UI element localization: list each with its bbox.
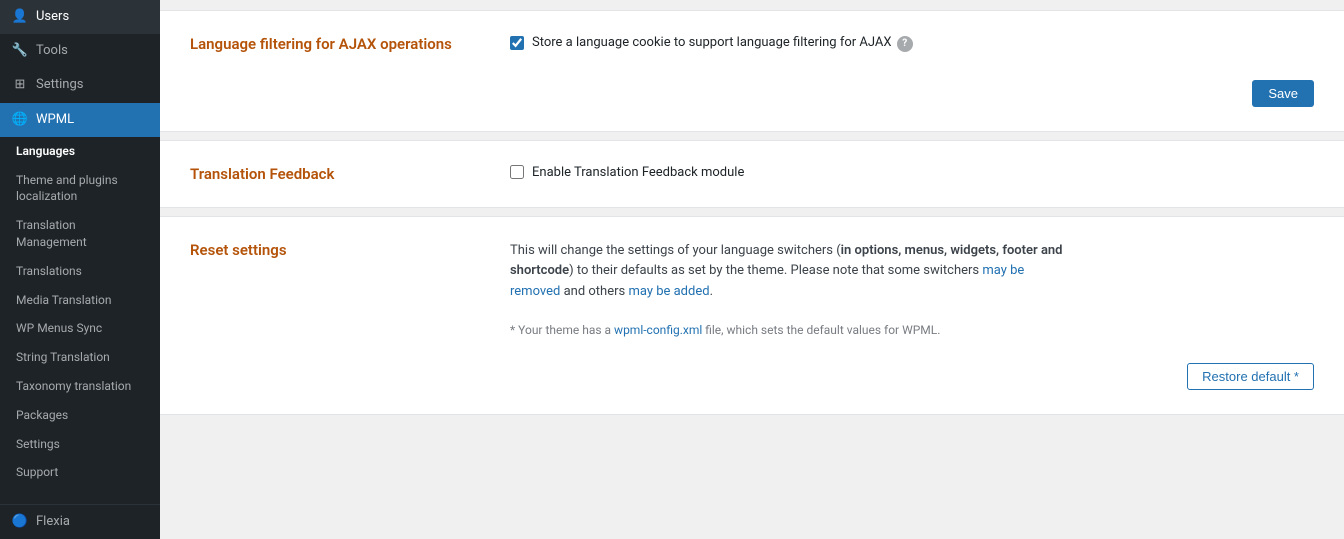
reset-link-added[interactable]: may be added [628,284,709,299]
reset-note-after: file, which sets the default values for … [702,323,940,337]
sidebar-label-users: Users [36,8,69,26]
sidebar-label-translations: Translations [16,263,82,280]
reset-section: Reset settings This will change the sett… [160,216,1344,415]
sidebar-label-packages: Packages [16,407,68,424]
sidebar-label-taxonomy-translation: Taxonomy translation [16,378,131,395]
ajax-control-col: Store a language cookie to support langu… [510,35,1314,107]
sidebar-label-languages: Languages [16,143,75,160]
main-content: Language filtering for AJAX operations S… [160,0,1344,539]
sidebar-item-wpml[interactable]: 🌐 WPML [0,103,160,137]
sidebar-bottom: 🔵 Flexia [0,504,160,539]
sidebar-item-support[interactable]: Support [0,458,160,487]
sidebar-label-string-translation: String Translation [16,349,110,366]
sidebar-item-translations[interactable]: Translations [0,257,160,286]
ajax-help-icon[interactable]: ? [897,36,913,52]
sidebar-label-tools: Tools [36,42,68,60]
reset-note-link[interactable]: wpml-config.xml [614,323,702,337]
ajax-section: Language filtering for AJAX operations S… [160,10,1344,132]
reset-text-after1: and others [560,284,628,299]
feedback-checkbox-row: Enable Translation Feedback module [510,165,1314,180]
sidebar-label-flexia: Flexia [36,513,70,531]
sidebar: 👤 Users 🔧 Tools ⊞ Settings 🌐 WPML Langua… [0,0,160,539]
sidebar-label-support: Support [16,464,58,481]
ajax-title-col: Language filtering for AJAX operations [190,35,470,53]
flexia-icon: 🔵 [12,514,28,530]
feedback-title-col: Translation Feedback [190,165,470,183]
feedback-checkbox-text: Enable Translation Feedback module [532,165,744,180]
feedback-control-col: Enable Translation Feedback module [510,165,1314,180]
sidebar-item-users[interactable]: 👤 Users [0,0,160,34]
top-spacer [160,0,1344,10]
reset-text-middle: ) to their defaults as set by the theme.… [569,263,982,278]
sidebar-item-tools[interactable]: 🔧 Tools [0,34,160,68]
reset-description: This will change the settings of your la… [510,241,1070,303]
reset-control-col: This will change the settings of your la… [510,241,1314,390]
sidebar-label-settings: Settings [36,76,83,94]
ajax-checkbox[interactable] [510,36,524,50]
ajax-section-title: Language filtering for AJAX operations [190,35,470,53]
ajax-checkbox-text: Store a language cookie to support langu… [532,35,892,50]
sidebar-label-theme-plugins: Theme and plugins localization [16,172,148,206]
sidebar-item-taxonomy-translation[interactable]: Taxonomy translation [0,372,160,401]
sidebar-label-translation-management: Translation Management [16,217,148,251]
sidebar-label-wp-menus-sync: WP Menus Sync [16,320,102,337]
sidebar-item-settings-sub[interactable]: Settings [0,430,160,459]
sidebar-item-flexia[interactable]: 🔵 Flexia [0,505,160,539]
feedback-section: Translation Feedback Enable Translation … [160,140,1344,208]
wpml-submenu: Languages Theme and plugins localization… [0,137,160,487]
ajax-checkbox-label[interactable]: Store a language cookie to support langu… [532,35,913,52]
reset-note: * Your theme has a wpml-config.xml file,… [510,323,1314,337]
ajax-save-button[interactable]: Save [1252,80,1314,107]
sidebar-item-wp-menus-sync[interactable]: WP Menus Sync [0,314,160,343]
ajax-checkbox-row: Store a language cookie to support langu… [510,35,1314,52]
feedback-checkbox-label[interactable]: Enable Translation Feedback module [532,165,744,180]
feedback-section-title: Translation Feedback [190,165,470,183]
sidebar-item-media-translation[interactable]: Media Translation [0,286,160,315]
sidebar-item-theme-plugins[interactable]: Theme and plugins localization [0,166,160,212]
wpml-icon: 🌐 [12,112,28,128]
reset-note-before: * Your theme has a [510,323,614,337]
feedback-checkbox[interactable] [510,165,524,179]
reset-title-col: Reset settings [190,241,470,259]
sidebar-item-settings[interactable]: ⊞ Settings [0,68,160,102]
reset-text-before: This will change the settings of your la… [510,243,841,258]
ajax-section-content: Language filtering for AJAX operations S… [190,35,1314,107]
restore-default-button[interactable]: Restore default * [1187,363,1314,390]
sidebar-item-packages[interactable]: Packages [0,401,160,430]
sidebar-item-string-translation[interactable]: String Translation [0,343,160,372]
sidebar-label-wpml: WPML [36,111,74,129]
sidebar-item-translation-management[interactable]: Translation Management [0,211,160,257]
tools-icon: 🔧 [12,43,28,59]
reset-text-after2: . [710,284,713,299]
sidebar-label-settings-sub: Settings [16,436,60,453]
reset-section-content: Reset settings This will change the sett… [190,241,1314,390]
settings-icon: ⊞ [12,77,28,93]
sidebar-label-media-translation: Media Translation [16,292,111,309]
reset-section-title: Reset settings [190,241,470,259]
users-icon: 👤 [12,9,28,25]
feedback-section-content: Translation Feedback Enable Translation … [190,165,1314,183]
sidebar-item-languages[interactable]: Languages [0,137,160,166]
